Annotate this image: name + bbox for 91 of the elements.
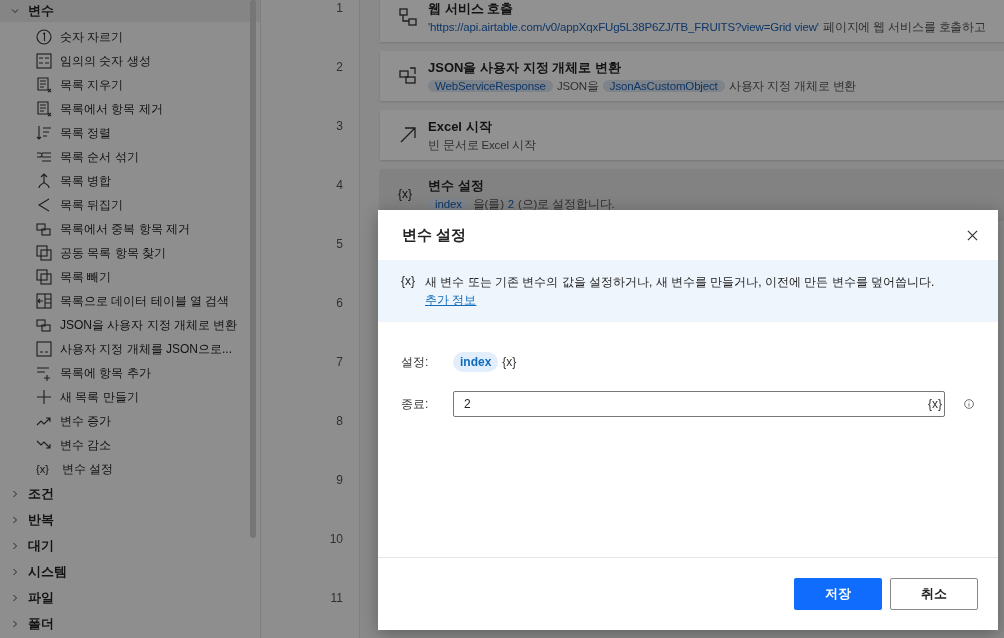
action-item[interactable]: 목록에 항목 추가 <box>0 361 260 385</box>
line-number: 1 <box>336 0 343 15</box>
action-step[interactable]: JSON을 사용자 지정 개체로 변환 WebServiceResponse JSON을 JsonAsCustomObject 사용자 지정 개체로 변환 <box>380 51 1004 101</box>
action-item[interactable]: 숫자 자르기 <box>0 25 260 49</box>
action-step[interactable]: 웹 서비스 호출 'https://api.airtable.com/v0/appXqxFUg5L38P6ZJ/TB_FRUITS?view=Grid view' 페이지에 웹 서비스를 호출하고 <box>380 0 1004 42</box>
variable-chip: JsonAsCustomObject <box>602 80 725 92</box>
addlist-icon <box>36 365 52 381</box>
action-item[interactable]: 목록 뒤집기 <box>0 193 260 217</box>
category-item[interactable]: 폴더 <box>0 611 260 637</box>
action-item[interactable]: 목록에서 중복 항목 제거 <box>0 217 260 241</box>
description-text: 빈 문서로 Excel 시작 <box>428 137 536 153</box>
arrow-icon <box>398 125 418 145</box>
grid-icon <box>36 53 52 69</box>
save-button[interactable]: 저장 <box>794 578 882 610</box>
chevron-right-icon <box>10 567 20 577</box>
squares-icon <box>398 7 418 27</box>
sort-icon <box>36 125 52 141</box>
chevron-right-icon <box>10 593 20 603</box>
category-item[interactable]: 변수 <box>0 0 260 22</box>
action-item[interactable]: 목록으로 데이터 테이블 열 검색 <box>0 289 260 313</box>
variable-chip: WebServiceResponse <box>428 80 553 92</box>
line-number: 8 <box>336 413 343 428</box>
description-text: 사용자 지정 개체로 변환 <box>728 78 857 94</box>
chevron-down-icon <box>10 6 20 16</box>
action-item[interactable]: 목록 정렬 <box>0 121 260 145</box>
lines-icon <box>36 149 52 165</box>
line-number: 6 <box>336 295 343 310</box>
chevron-right-icon <box>10 541 20 551</box>
squares-icon <box>36 221 52 237</box>
more-info-link[interactable]: 추가 정보 <box>425 292 477 309</box>
step-title: Excel 시작 <box>428 117 493 136</box>
category-item[interactable]: 파일 <box>0 585 260 611</box>
line-number: 5 <box>336 236 343 251</box>
chevron-right-icon <box>10 489 20 499</box>
plus-icon <box>36 389 52 405</box>
line-number: 9 <box>336 472 343 487</box>
description-text: (으)로 설정합니다. <box>518 196 615 212</box>
category-item[interactable]: 대기 <box>0 533 260 559</box>
field-label: 설정: <box>401 353 430 371</box>
action-item[interactable]: 공동 목록 항목 찾기 <box>0 241 260 265</box>
value-text: 2 <box>507 198 515 210</box>
line-number: 7 <box>336 354 343 369</box>
action-item[interactable]: JSON을 사용자 지정 개체로 변환 <box>0 313 260 337</box>
chevron-right-icon <box>10 619 20 629</box>
dialog-title: 변수 설정 <box>402 225 467 245</box>
action-item[interactable]: 목록 병합 <box>0 169 260 193</box>
action-item[interactable]: 변수 감소 <box>0 433 260 457</box>
info-text: 새 변수 또는 기존 변수의 값을 설정하거나, 새 변수를 만들거나, 이전에 만든 변수를 덮어씁니다. <box>425 274 935 291</box>
step-title: JSON을 사용자 지정 개체로 변환 <box>428 58 622 77</box>
action-item[interactable]: 목록에서 항목 제거 <box>0 97 260 121</box>
squares-icon <box>398 66 418 86</box>
action-step[interactable]: Excel 시작 빈 문서로 Excel 시작 <box>380 110 1004 160</box>
action-item[interactable]: 임의의 숫자 생성 <box>0 49 260 73</box>
variable-chip: index <box>428 198 469 210</box>
variable-icon: {x} <box>398 187 418 201</box>
overlap-icon <box>36 245 52 261</box>
merge-icon <box>36 173 52 189</box>
squares-icon <box>36 317 52 333</box>
action-item[interactable]: 목록 지우기 <box>0 73 260 97</box>
action-item[interactable]: 변수 증가 <box>0 409 260 433</box>
cancel-button[interactable]: 취소 <box>890 578 978 610</box>
description-text: JSON을 <box>556 78 599 94</box>
line-number: 2 <box>336 59 343 74</box>
line-number: 11 <box>330 590 343 605</box>
action-item[interactable]: {x} 변수 설정 <box>0 457 260 481</box>
line-number: 10 <box>329 531 343 546</box>
description-text: 페이지에 웹 서비스를 호출하고 <box>822 19 987 35</box>
chevron-right-icon <box>10 515 20 525</box>
description-text: 을(를) <box>472 196 504 212</box>
action-item[interactable]: 목록 순서 섞기 <box>0 145 260 169</box>
url-text: 'https://api.airtable.com/v0/appXqxFUg5L38P6ZJ/TB_FRUITS?view=Grid view' <box>428 21 819 33</box>
overlap-icon <box>36 269 52 285</box>
category-item[interactable]: 시스템 <box>0 559 260 585</box>
scrollbar[interactable] <box>250 0 256 538</box>
end-value-field[interactable]: 2 {x} <box>453 391 945 417</box>
action-item[interactable]: 목록 빼기 <box>0 265 260 289</box>
line-number: 4 <box>336 177 343 192</box>
step-title: 변수 설정 <box>428 176 485 195</box>
info-icon[interactable] <box>964 396 974 412</box>
step-title: 웹 서비스 호출 <box>428 0 515 18</box>
action-item[interactable]: 사용자 지정 개체를 JSON으로... <box>0 337 260 361</box>
close-icon[interactable] <box>967 229 978 241</box>
category-item[interactable]: 조건 <box>0 481 260 507</box>
variable-icon: {x} <box>401 274 415 322</box>
variable-button[interactable]: {x} <box>502 355 517 369</box>
field-label: 종료: <box>401 395 430 413</box>
line-number: 3 <box>336 118 343 133</box>
circle-icon <box>36 29 52 45</box>
action-item[interactable]: 새 목록 만들기 <box>0 385 260 409</box>
variable-chip[interactable]: index <box>453 352 499 372</box>
category-item[interactable]: 반복 <box>0 507 260 533</box>
